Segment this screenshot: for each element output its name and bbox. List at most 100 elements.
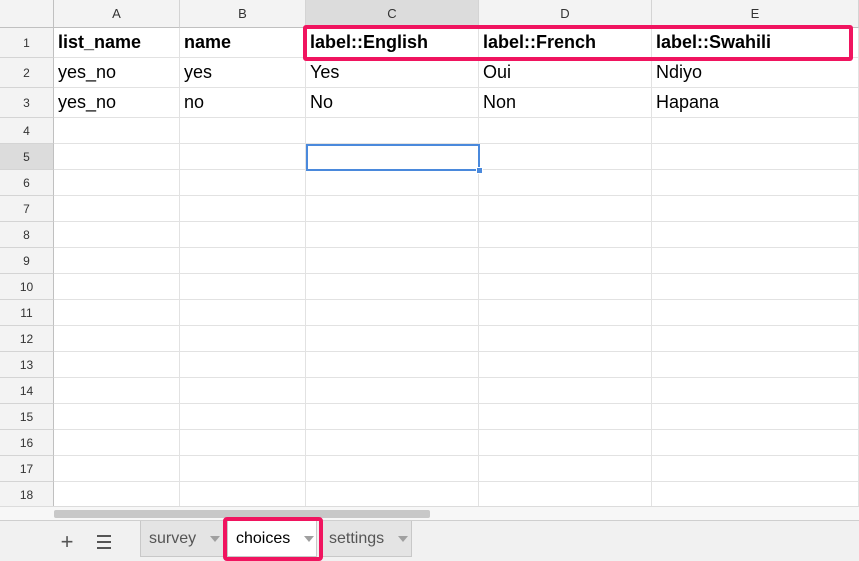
cell-e16[interactable] [652,430,859,456]
cell-d16[interactable] [479,430,652,456]
cell-e13[interactable] [652,352,859,378]
cell-b4[interactable] [180,118,306,144]
cell-b18[interactable] [180,482,306,506]
cell-b12[interactable] [180,326,306,352]
cell-a11[interactable] [54,300,180,326]
cell-b1[interactable]: name [180,28,306,58]
caret-down-icon[interactable] [398,535,409,542]
cell-b13[interactable] [180,352,306,378]
cell-e2[interactable]: Ndiyo [652,58,859,88]
cell-d7[interactable] [479,196,652,222]
plus-icon[interactable]: + [53,527,81,557]
cell-e14[interactable] [652,378,859,404]
cell-b8[interactable] [180,222,306,248]
horizontal-scrollbar[interactable] [0,506,859,520]
cell-b10[interactable] [180,274,306,300]
row-header-18[interactable]: 18 [0,482,54,506]
row-header-1[interactable]: 1 [0,28,54,58]
cell-c13[interactable] [306,352,479,378]
cell-b11[interactable] [180,300,306,326]
cell-d2[interactable]: Oui [479,58,652,88]
cell-b7[interactable] [180,196,306,222]
cell-c2[interactable]: Yes [306,58,479,88]
cell-c4[interactable] [306,118,479,144]
menu-lines-icon[interactable] [90,527,118,557]
column-header-e[interactable]: E [652,0,859,28]
cell-e12[interactable] [652,326,859,352]
row-header-4[interactable]: 4 [0,118,54,144]
cell-e6[interactable] [652,170,859,196]
cell-a5[interactable] [54,144,180,170]
column-header-b[interactable]: B [180,0,306,28]
cell-c12[interactable] [306,326,479,352]
cell-c17[interactable] [306,456,479,482]
cell-d14[interactable] [479,378,652,404]
row-header-3[interactable]: 3 [0,88,54,118]
cell-e17[interactable] [652,456,859,482]
row-header-9[interactable]: 9 [0,248,54,274]
cell-d13[interactable] [479,352,652,378]
row-header-6[interactable]: 6 [0,170,54,196]
cell-a13[interactable] [54,352,180,378]
cell-a9[interactable] [54,248,180,274]
cell-e10[interactable] [652,274,859,300]
row-header-16[interactable]: 16 [0,430,54,456]
cell-d9[interactable] [479,248,652,274]
column-header-c[interactable]: C [306,0,479,28]
active-cell-selection[interactable] [306,144,480,171]
caret-down-icon[interactable] [210,535,221,542]
row-header-14[interactable]: 14 [0,378,54,404]
cell-a15[interactable] [54,404,180,430]
cell-a10[interactable] [54,274,180,300]
cell-a14[interactable] [54,378,180,404]
row-header-10[interactable]: 10 [0,274,54,300]
cell-e3[interactable]: Hapana [652,88,859,118]
row-header-15[interactable]: 15 [0,404,54,430]
cell-b14[interactable] [180,378,306,404]
cell-c14[interactable] [306,378,479,404]
fill-handle[interactable] [476,167,483,174]
cell-a3[interactable]: yes_no [54,88,180,118]
cell-b15[interactable] [180,404,306,430]
cell-e18[interactable] [652,482,859,506]
row-header-12[interactable]: 12 [0,326,54,352]
cell-e7[interactable] [652,196,859,222]
cell-d6[interactable] [479,170,652,196]
row-header-5[interactable]: 5 [0,144,54,170]
cell-b17[interactable] [180,456,306,482]
select-all-corner[interactable] [0,0,54,28]
cell-e15[interactable] [652,404,859,430]
cell-a1[interactable]: list_name [54,28,180,58]
cell-c16[interactable] [306,430,479,456]
cell-a17[interactable] [54,456,180,482]
cell-e4[interactable] [652,118,859,144]
cell-b5[interactable] [180,144,306,170]
cell-c10[interactable] [306,274,479,300]
cell-d17[interactable] [479,456,652,482]
cell-e8[interactable] [652,222,859,248]
row-header-7[interactable]: 7 [0,196,54,222]
sheet-tab-survey[interactable]: survey [140,521,224,557]
cell-a7[interactable] [54,196,180,222]
row-header-8[interactable]: 8 [0,222,54,248]
column-header-d[interactable]: D [479,0,652,28]
cell-d11[interactable] [479,300,652,326]
cell-c15[interactable] [306,404,479,430]
row-header-11[interactable]: 11 [0,300,54,326]
cell-d10[interactable] [479,274,652,300]
row-header-13[interactable]: 13 [0,352,54,378]
cell-d3[interactable]: Non [479,88,652,118]
cell-d5[interactable] [479,144,652,170]
cell-e5[interactable] [652,144,859,170]
cell-a8[interactable] [54,222,180,248]
cell-c9[interactable] [306,248,479,274]
cell-b16[interactable] [180,430,306,456]
row-header-17[interactable]: 17 [0,456,54,482]
cell-e11[interactable] [652,300,859,326]
cell-a18[interactable] [54,482,180,506]
cell-a6[interactable] [54,170,180,196]
cell-d15[interactable] [479,404,652,430]
cell-b2[interactable]: yes [180,58,306,88]
cell-c6[interactable] [306,170,479,196]
cell-d8[interactable] [479,222,652,248]
